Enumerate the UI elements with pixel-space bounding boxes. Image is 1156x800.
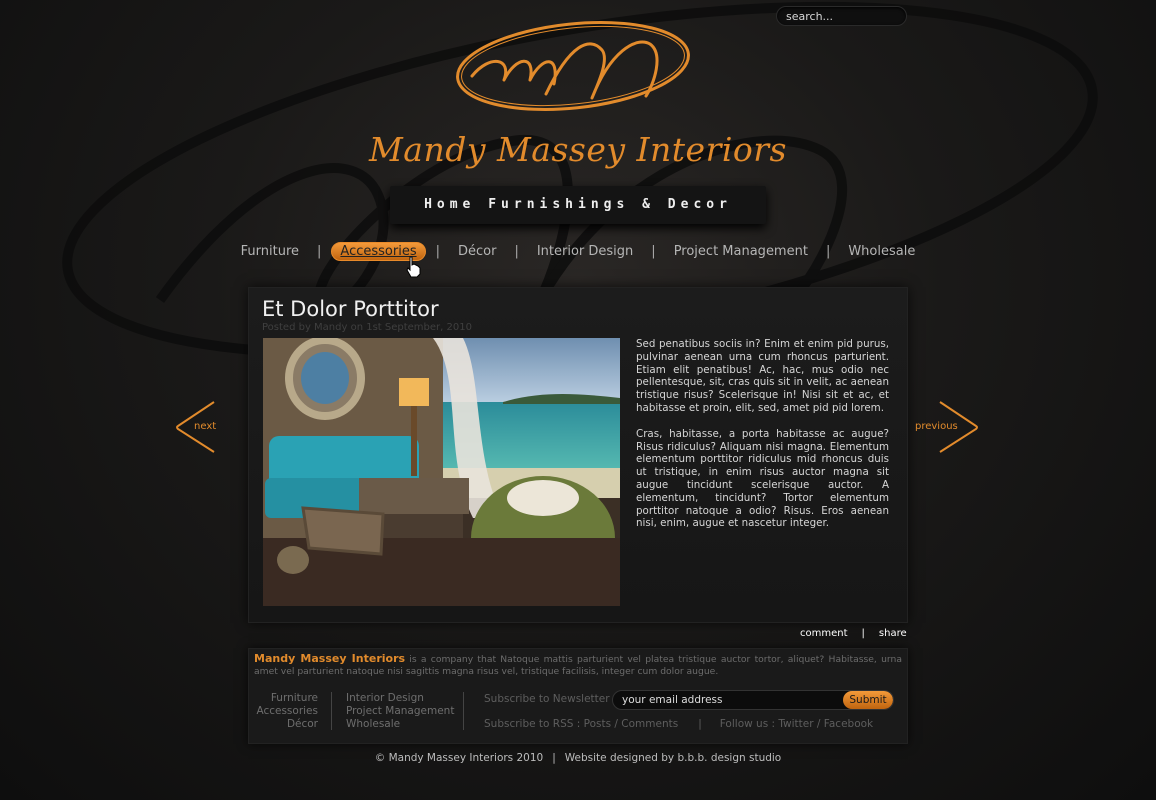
footer-brand-name: Mandy Massey Interiors <box>254 652 406 665</box>
search-input[interactable] <box>776 6 907 26</box>
nav-item-decor[interactable]: Décor <box>450 242 504 261</box>
footer-link-accessories[interactable]: Accessories <box>256 705 318 718</box>
footer-divider <box>331 692 332 730</box>
newsletter-submit-button[interactable]: Submit <box>843 691 893 709</box>
footer-links-col2: Interior Design Project Management Whole… <box>346 692 454 731</box>
designer-credit-link[interactable]: Website designed by b.b.b. design studio <box>565 752 781 764</box>
copyright-separator: | <box>552 752 556 764</box>
newsletter-email-input[interactable] <box>613 691 845 709</box>
hand-cursor-icon <box>406 256 421 278</box>
follow-us-links[interactable]: Follow us : Twitter / Facebook <box>720 718 873 730</box>
footer-link-interior-design[interactable]: Interior Design <box>346 692 454 705</box>
nav-separator: | <box>514 243 519 259</box>
nav-separator: | <box>435 243 440 259</box>
copyright-bar: © Mandy Massey Interiors 2010 | Website de… <box>0 752 1156 764</box>
footer-link-decor[interactable]: Décor <box>256 718 318 731</box>
nav-separator: | <box>651 243 656 259</box>
nav-item-furniture[interactable]: Furniture <box>233 242 307 261</box>
newsletter-form: Submit <box>612 690 894 710</box>
newsletter-label: Subscribe to Newsletter : <box>484 693 617 705</box>
post-paragraph: Cras, habitasse, a porta habitasse ac au… <box>636 427 889 530</box>
footer-divider <box>463 692 464 730</box>
footer-link-project-management[interactable]: Project Management <box>346 705 454 718</box>
post-photo-living-room[interactable] <box>263 338 620 606</box>
footer-social-row: Subscribe to RSS : Posts / Comments | Fo… <box>484 718 873 730</box>
post-title[interactable]: Et Dolor Porttitor <box>262 297 439 321</box>
nav-item-wholesale[interactable]: Wholesale <box>840 242 923 261</box>
post-body: Sed penatibus sociis in? Enim et enim pi… <box>636 338 889 530</box>
comment-link[interactable]: comment <box>800 628 848 639</box>
next-link[interactable]: next <box>194 421 216 432</box>
footer-link-wholesale[interactable]: Wholesale <box>346 718 454 731</box>
post-meta: Posted by Mandy on 1st September, 2010 <box>262 322 472 333</box>
nav-item-project-management[interactable]: Project Management <box>666 242 816 261</box>
footer-separator: | <box>698 718 702 730</box>
nav-item-interior-design[interactable]: Interior Design <box>529 242 641 261</box>
footer-about: Mandy Massey Interiors is a company that… <box>254 653 902 677</box>
rss-subscribe-links[interactable]: Subscribe to RSS : Posts / Comments <box>484 718 678 730</box>
footer-link-furniture[interactable]: Furniture <box>256 692 318 705</box>
copyright-text: © Mandy Massey Interiors 2010 <box>374 752 544 764</box>
post-paragraph: Sed penatibus sociis in? Enim et enim pi… <box>636 338 889 414</box>
main-nav: Furniture | Accessories | Décor | Interi… <box>0 240 1156 262</box>
footer-links-col1: Furniture Accessories Décor <box>256 692 318 731</box>
post-actions: comment | share <box>800 628 907 639</box>
previous-link[interactable]: previous <box>915 421 958 432</box>
brand-title: Mandy Massey Interiors <box>369 130 787 169</box>
actions-separator: | <box>861 628 865 639</box>
brand-tagline: Home Furnishings & Decor <box>390 186 766 224</box>
brand-logo-monogram[interactable] <box>450 14 696 114</box>
share-link[interactable]: share <box>879 628 907 639</box>
nav-separator: | <box>317 243 322 259</box>
nav-separator: | <box>825 243 831 259</box>
